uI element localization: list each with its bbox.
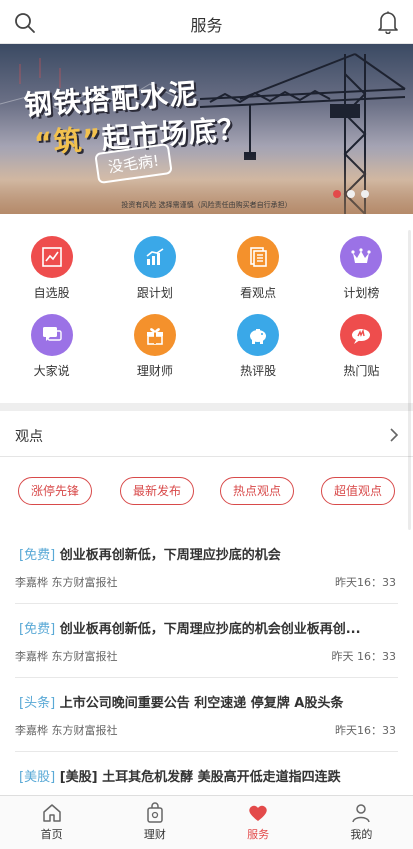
bar-chart-icon xyxy=(133,236,176,278)
news-author: 李嘉桦 东方财富报社 xyxy=(15,650,118,663)
news-title-text: 创业板再创新低，下周理应抄底的机会创业板再创... xyxy=(59,622,361,637)
grid-label: 理财师 xyxy=(136,364,173,378)
news-title: [美股] [美股] 土耳其危机发酵 美股高开低走道指四连跌 xyxy=(19,766,399,785)
news-author: 李嘉桦 东方财富报社 xyxy=(15,576,118,589)
tab-finance[interactable]: 理财 xyxy=(103,796,206,849)
tab-mine[interactable]: 我的 xyxy=(310,796,413,849)
tag-premium-opinions[interactable]: 超值观点 xyxy=(321,477,395,505)
tab-label: 首页 xyxy=(40,828,63,841)
chart-line-icon xyxy=(30,236,73,278)
service-grid: 自选股 跟计划 看观点 计划榜 大家说 理财师 热评股 热门贴 xyxy=(0,226,413,382)
news-author: 李嘉桦 东方财富报社 xyxy=(15,724,118,737)
tab-service[interactable]: 服务 xyxy=(207,796,310,849)
section-title: 观点 xyxy=(15,429,43,445)
grid-item-advisor[interactable]: 理财师 xyxy=(103,304,206,382)
crown-icon xyxy=(340,236,383,278)
tab-label: 服务 xyxy=(247,828,270,841)
news-time: 昨天16：33 xyxy=(335,576,396,589)
promo-banner[interactable]: 钢铁搭配水泥 “筑”起市场底？ 没毛病! 投资有风险 选择需谨慎（风险责任由购买… xyxy=(0,44,413,214)
grid-item-follow-plan[interactable]: 跟计划 xyxy=(103,226,206,304)
bell-icon[interactable] xyxy=(377,10,399,34)
grid-item-plan-ranking[interactable]: 计划榜 xyxy=(310,226,413,304)
grid-label: 跟计划 xyxy=(136,286,173,300)
grid-item-hot-stocks[interactable]: 热评股 xyxy=(207,304,310,382)
document-icon xyxy=(237,236,280,278)
news-title: [免费] 创业板再创新低，下周理应抄底的机会创业板再创... xyxy=(19,618,399,637)
tag-hot-opinions[interactable]: 热点观点 xyxy=(220,477,294,505)
news-list: [免费] 创业板再创新低，下周理应抄底的机会 李嘉桦 东方财富报社 昨天16：3… xyxy=(0,530,413,826)
piggy-bank-icon xyxy=(237,314,280,356)
grid-label: 自选股 xyxy=(33,286,70,300)
opinions-section-header[interactable]: 观点 xyxy=(0,411,413,457)
wallet-icon xyxy=(147,802,163,823)
chat-icon xyxy=(30,314,73,356)
news-title-text: [美股] 土耳其危机发酵 美股高开低走道指四连跌 xyxy=(59,770,341,785)
gift-icon xyxy=(133,314,176,356)
banner-highlight: “筑” xyxy=(32,122,103,160)
grid-label: 热评股 xyxy=(240,364,277,378)
heart-icon xyxy=(249,805,267,821)
chevron-right-icon[interactable] xyxy=(389,427,399,443)
carousel-dots xyxy=(327,183,369,202)
tab-home[interactable]: 首页 xyxy=(0,796,103,849)
news-title-text: 上市公司晚间重要公告 利空速递 停复牌 A股头条 xyxy=(59,696,344,711)
news-time: 昨天 16：33 xyxy=(331,650,397,663)
news-tag: [头条] xyxy=(19,696,56,711)
grid-label: 大家说 xyxy=(33,364,70,378)
tag-limit-up-pioneer[interactable]: 涨停先锋 xyxy=(18,477,92,505)
opinion-filter-tags: 涨停先锋 最新发布 热点观点 超值观点 xyxy=(0,477,413,509)
tag-latest-release[interactable]: 最新发布 xyxy=(120,477,194,505)
grid-label: 计划榜 xyxy=(343,286,380,300)
carousel-dot-3[interactable] xyxy=(361,190,369,198)
grid-item-hot-posts[interactable]: 热门贴 xyxy=(310,304,413,382)
tab-label: 理财 xyxy=(143,828,166,841)
news-tag: [美股] xyxy=(19,770,56,785)
home-icon xyxy=(42,804,61,822)
grid-item-watchlist[interactable]: 自选股 xyxy=(0,226,103,304)
grid-item-everyone-says[interactable]: 大家说 xyxy=(0,304,103,382)
news-title-text: 创业板再创新低，下周理应抄底的机会 xyxy=(59,548,281,563)
bottom-tab-bar: 首页 理财 服务 我的 xyxy=(0,795,413,849)
hot-post-icon xyxy=(340,314,383,356)
grid-label: 热门贴 xyxy=(343,364,380,378)
carousel-dot-1[interactable] xyxy=(333,190,341,198)
page-title: 服务 xyxy=(190,16,223,35)
news-tag: [免费] xyxy=(19,622,56,637)
grid-label: 看观点 xyxy=(240,286,277,300)
list-item[interactable]: [头条] 上市公司晚间重要公告 利空速递 停复牌 A股头条 李嘉桦 东方财富报社… xyxy=(15,678,398,752)
user-icon xyxy=(352,804,371,823)
news-tag: [免费] xyxy=(19,548,56,563)
news-title: [免费] 创业板再创新低，下周理应抄底的机会 xyxy=(19,544,399,563)
news-time: 昨天16：33 xyxy=(335,724,396,737)
list-item[interactable]: [免费] 创业板再创新低，下周理应抄底的机会创业板再创... 李嘉桦 东方财富报… xyxy=(15,604,398,678)
grid-item-view-opinions[interactable]: 看观点 xyxy=(207,226,310,304)
scrollbar[interactable] xyxy=(408,230,411,530)
carousel-dot-2[interactable] xyxy=(347,190,355,198)
news-title: [头条] 上市公司晚间重要公告 利空速递 停复牌 A股头条 xyxy=(19,692,399,711)
top-header: 服务 xyxy=(0,0,413,44)
tab-label: 我的 xyxy=(350,828,373,841)
section-divider xyxy=(0,403,413,411)
list-item[interactable]: [免费] 创业板再创新低，下周理应抄底的机会 李嘉桦 东方财富报社 昨天16：3… xyxy=(15,530,398,604)
